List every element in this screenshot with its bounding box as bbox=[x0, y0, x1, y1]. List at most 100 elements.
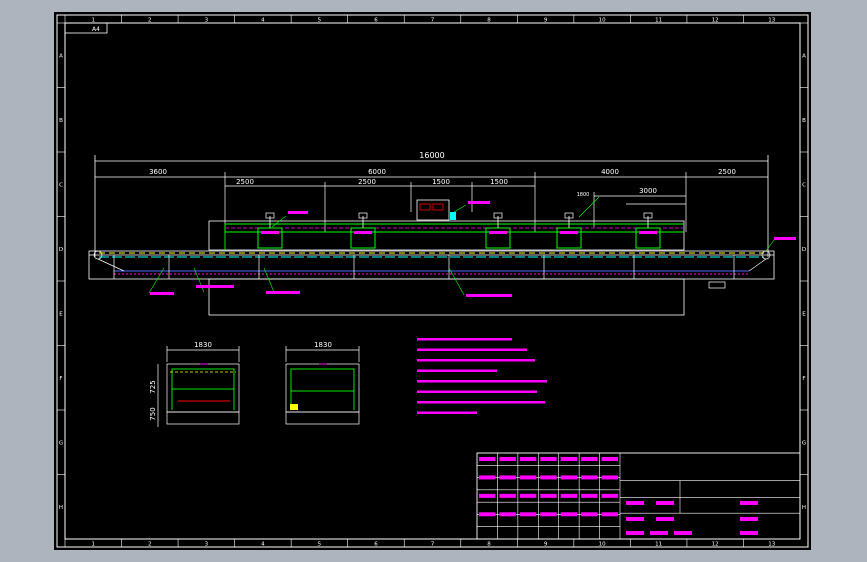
tb-right-cell-mark bbox=[626, 501, 644, 505]
tech-note-line-mark bbox=[417, 401, 545, 404]
tb-left-cell-mark bbox=[581, 512, 598, 517]
left-width-label: 1830 bbox=[194, 341, 212, 349]
leaders bbox=[148, 196, 775, 296]
zone-number-bottom: 8 bbox=[487, 542, 491, 548]
tb-right-cell-mark bbox=[656, 501, 674, 505]
zone-letter-left: C bbox=[59, 182, 63, 188]
tb-left-cell-mark bbox=[519, 512, 537, 517]
dim-top-3: 4000 bbox=[601, 168, 619, 176]
zone-letter-left: F bbox=[59, 376, 62, 382]
side-view-right: 1830 bbox=[285, 341, 360, 425]
zone-number-top: 4 bbox=[261, 18, 265, 24]
tech-notes-lines bbox=[417, 338, 547, 414]
tb-right-cell-mark bbox=[740, 531, 758, 535]
zone-letter-right: H bbox=[802, 505, 806, 511]
tb-right-cell-mark bbox=[740, 517, 758, 521]
zone-letter-right: G bbox=[802, 440, 806, 446]
zone-number-top: 13 bbox=[768, 18, 775, 24]
dim-mid-1: 2500 bbox=[236, 178, 254, 186]
title-block bbox=[476, 452, 801, 540]
zone-number-top: 1 bbox=[92, 18, 96, 24]
tb-left-cell-mark bbox=[499, 457, 516, 461]
zone-number-top: 5 bbox=[318, 18, 322, 24]
spray-module bbox=[485, 212, 511, 249]
tb-left-cell-mark bbox=[581, 475, 598, 480]
zone-letter-right: F bbox=[802, 376, 805, 382]
zone-number-bottom: 11 bbox=[655, 542, 662, 548]
zone-number-bottom: 3 bbox=[205, 542, 209, 548]
title-code: A4 bbox=[92, 26, 100, 33]
tb-left-cell-mark bbox=[560, 475, 578, 480]
control-cabinet bbox=[416, 199, 456, 221]
tb-right-cell-mark bbox=[740, 501, 758, 505]
tb-left-cell-mark bbox=[601, 457, 618, 461]
tb-left-cell-mark bbox=[499, 493, 516, 498]
height-top-label: 725 bbox=[149, 380, 157, 393]
conveyor-rails bbox=[99, 252, 764, 275]
tech-note-line-mark bbox=[417, 390, 537, 393]
zone-number-bottom: 2 bbox=[148, 542, 152, 548]
tb-left-cell-mark bbox=[581, 493, 598, 498]
side-view-left: 1830 725 750 bbox=[149, 341, 240, 427]
spray-module bbox=[257, 212, 283, 249]
zone-number-bottom: 10 bbox=[599, 542, 606, 548]
zone-number-top: 10 bbox=[599, 18, 606, 24]
tb-left-cell-mark bbox=[601, 512, 618, 517]
zone-letter-left: E bbox=[59, 311, 63, 317]
spray-module bbox=[556, 212, 582, 249]
dim-mid-2: 2500 bbox=[358, 178, 376, 186]
tb-left-cell-mark bbox=[519, 493, 537, 498]
zone-letter-left: B bbox=[59, 118, 63, 124]
zone-letter-right: B bbox=[802, 118, 806, 124]
tech-note-line-mark bbox=[417, 338, 512, 341]
zone-letter-right: C bbox=[802, 182, 806, 188]
zone-number-bottom: 7 bbox=[431, 542, 435, 548]
tb-right-cell-mark bbox=[626, 531, 644, 535]
tb-left-cell-mark bbox=[601, 475, 618, 480]
tech-note-line-mark bbox=[417, 411, 477, 414]
right-width-label: 1830 bbox=[314, 341, 332, 349]
dim-small-2: 3000 bbox=[639, 187, 657, 195]
drawing-viewport: A4 1 1 2 2 3 3 4 4 5 5 6 6 7 7 8 8 9 9 10 10 11 11 12 12 13 13 A A B… bbox=[54, 12, 811, 550]
tb-left-cell-mark bbox=[560, 512, 578, 517]
zone-number-top: 7 bbox=[431, 18, 435, 24]
zone-number-top: 6 bbox=[374, 18, 378, 24]
spray-module bbox=[635, 212, 661, 249]
overall-length-label: 16000 bbox=[419, 151, 444, 160]
zone-letter-right: D bbox=[802, 247, 806, 253]
tb-left-cell-mark bbox=[479, 475, 496, 480]
dim-mid-4: 1500 bbox=[490, 178, 508, 186]
leader-marks bbox=[150, 201, 796, 297]
dim-top-2: 6000 bbox=[368, 168, 386, 176]
zone-markers: 1122334455667788991010111112121313A AB BC C… bbox=[57, 15, 808, 548]
zone-number-bottom: 4 bbox=[261, 542, 265, 548]
title-code-box: A4 bbox=[64, 22, 108, 34]
title-block-cells bbox=[479, 457, 758, 535]
tb-left-cell-mark bbox=[540, 475, 557, 480]
zone-letter-left: D bbox=[59, 247, 63, 253]
tb-right-cell-mark bbox=[626, 517, 644, 521]
tb-right-cell-mark bbox=[656, 517, 674, 521]
tb-left-cell-mark bbox=[519, 457, 537, 461]
zone-letter-left: H bbox=[59, 505, 63, 511]
spray-modules bbox=[257, 212, 661, 249]
zone-number-top: 9 bbox=[544, 18, 548, 24]
tb-left-cell-mark bbox=[479, 457, 496, 461]
zone-number-bottom: 1 bbox=[92, 542, 96, 548]
tb-left-cell-mark bbox=[540, 457, 557, 461]
dim-top-4: 2500 bbox=[718, 168, 736, 176]
tb-left-cell-mark bbox=[560, 457, 578, 461]
tb-left-cell-mark bbox=[560, 493, 578, 498]
tb-left-cell-mark bbox=[479, 512, 496, 517]
tb-left-cell-mark bbox=[499, 475, 516, 480]
zone-number-bottom: 9 bbox=[544, 542, 548, 548]
tb-right-cell-mark bbox=[674, 531, 692, 535]
overall-dimension bbox=[94, 155, 769, 257]
tb-left-cell-mark bbox=[540, 512, 557, 517]
drawing-sheet: A4 1122334455667788991010111112121313A AB… bbox=[56, 14, 809, 548]
zone-number-bottom: 6 bbox=[374, 542, 378, 548]
sheet-frame bbox=[56, 14, 809, 548]
tb-left-cell-mark bbox=[581, 457, 598, 461]
tech-note-line-mark bbox=[417, 348, 527, 351]
height-bottom-label: 750 bbox=[149, 407, 157, 420]
